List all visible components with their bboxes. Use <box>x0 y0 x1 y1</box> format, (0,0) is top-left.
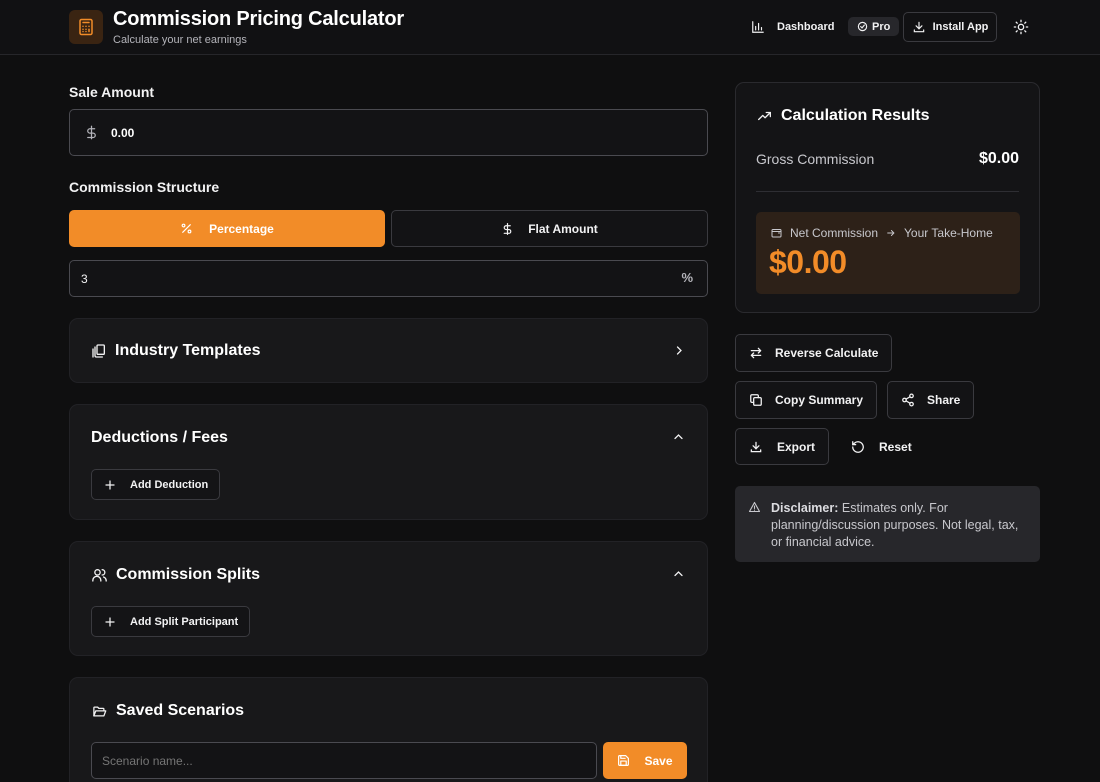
page-subtitle: Calculate your net earnings <box>113 34 247 46</box>
wallet-icon <box>770 227 783 239</box>
bar-chart-icon <box>751 20 765 34</box>
reverse-calculate-label: Reverse Calculate <box>775 346 879 360</box>
percentage-label: Percentage <box>209 221 274 236</box>
add-deduction-button[interactable]: Add Deduction <box>91 469 221 500</box>
chevron-right-icon[interactable] <box>673 344 685 357</box>
save-scenario-button[interactable]: Save <box>603 742 687 779</box>
share-icon <box>901 393 915 407</box>
saved-scenarios-title: Saved Scenarios <box>116 702 245 719</box>
rate-value: 3 <box>81 272 88 286</box>
net-commission-label: Net Commission <box>790 226 879 240</box>
results-title: Calculation Results <box>781 107 930 124</box>
page-title: Commission Pricing Calculator <box>113 8 404 30</box>
plus-icon <box>104 616 116 628</box>
download-icon <box>749 440 763 454</box>
share-label: Share <box>927 393 961 407</box>
gross-commission-value: $0.00 <box>978 150 1019 167</box>
scenario-name-input[interactable] <box>91 742 597 779</box>
add-deduction-label: Add Deduction <box>130 478 209 491</box>
check-circle-icon <box>857 21 868 32</box>
pro-label: Pro <box>872 20 891 33</box>
chevron-up-icon[interactable] <box>672 431 685 443</box>
flat-amount-label: Flat Amount <box>528 221 598 236</box>
alert-triangle-icon <box>748 501 761 513</box>
commission-structure-label: Commission Structure <box>69 179 220 195</box>
calculator-logo-icon <box>69 10 103 44</box>
pro-badge[interactable]: Pro <box>848 17 900 36</box>
share-button[interactable]: Share <box>887 381 975 419</box>
sale-amount-input[interactable]: 0.00 <box>69 109 708 156</box>
take-home-label: Your Take-Home <box>904 226 993 240</box>
industry-templates-card[interactable]: Industry Templates <box>69 318 708 383</box>
reset-button[interactable]: Reset <box>837 428 926 465</box>
percentage-toggle[interactable]: Percentage <box>69 210 385 247</box>
percent-icon <box>180 222 193 235</box>
save-icon <box>617 754 630 767</box>
arrow-right-icon <box>885 228 897 238</box>
export-label: Export <box>777 439 816 454</box>
download-icon <box>912 20 926 34</box>
sale-amount-label: Sale Amount <box>69 84 155 100</box>
net-commission-value: $0.00 <box>769 244 847 280</box>
arrows-swap-icon <box>749 346 763 360</box>
install-label: Install App <box>932 21 989 33</box>
rate-input[interactable]: 3 % <box>69 260 708 297</box>
reset-label: Reset <box>879 439 912 454</box>
results-card: Calculation Results Gross Commission $0.… <box>735 82 1040 313</box>
net-commission-panel: Net Commission Your Take-Home $0.00 <box>756 212 1020 294</box>
disclaimer-box: Disclaimer: Estimates only. For planning… <box>735 486 1040 562</box>
dashboard-label: Dashboard <box>777 21 835 33</box>
commission-splits-title: Commission Splits <box>116 566 261 583</box>
industry-templates-title: Industry Templates <box>115 342 261 359</box>
app-header: Commission Pricing Calculator Calculate … <box>0 0 1100 55</box>
sun-icon[interactable] <box>1013 19 1029 35</box>
copy-icon <box>749 393 763 407</box>
saved-scenarios-card: Saved Scenarios Save <box>69 677 708 782</box>
dollar-icon <box>501 222 514 236</box>
deductions-title: Deductions / Fees <box>91 429 228 446</box>
rate-unit: % <box>681 270 693 285</box>
save-label: Save <box>644 753 673 768</box>
dashboard-button[interactable]: Dashboard <box>751 20 834 34</box>
add-split-participant-button[interactable]: Add Split Participant <box>91 606 251 637</box>
add-split-participant-label: Add Split Participant <box>130 615 239 628</box>
dollar-icon <box>84 124 99 141</box>
plus-icon <box>104 479 116 491</box>
files-icon <box>91 343 107 359</box>
disclaimer-text: Disclaimer: Estimates only. For planning… <box>771 500 1029 551</box>
deductions-card: Deductions / Fees Add Deduction <box>69 404 708 520</box>
gross-commission-label: Gross Commission <box>756 151 875 167</box>
export-button[interactable]: Export <box>735 428 830 465</box>
sale-amount-value: 0.00 <box>111 126 135 140</box>
reverse-calculate-button[interactable]: Reverse Calculate <box>735 334 893 372</box>
folder-open-icon <box>91 704 108 719</box>
disclaimer-bold: Disclaimer: <box>771 501 839 515</box>
copy-summary-button[interactable]: Copy Summary <box>735 381 878 419</box>
users-icon <box>91 567 108 583</box>
chevron-up-icon[interactable] <box>672 568 685 580</box>
install-app-button[interactable]: Install App <box>903 12 997 42</box>
results-divider <box>756 191 1019 192</box>
copy-summary-label: Copy Summary <box>775 393 864 407</box>
trending-up-icon <box>756 109 773 123</box>
commission-splits-card: Commission Splits Add Split Participant <box>69 541 708 656</box>
flat-amount-toggle[interactable]: Flat Amount <box>391 210 708 247</box>
rotate-ccw-icon <box>851 440 865 454</box>
